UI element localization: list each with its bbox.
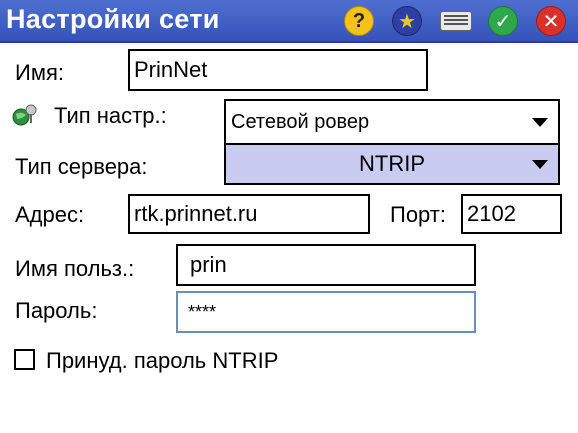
- server-type-value: NTRIP: [359, 151, 425, 176]
- setup-type-value: Сетевой ровер: [231, 110, 370, 133]
- password-input[interactable]: ****: [176, 291, 476, 333]
- force-ntrip-password-label[interactable]: Принуд. пароль NTRIP: [46, 348, 278, 374]
- chevron-down-icon[interactable]: [532, 160, 548, 169]
- port-label: Порт:: [390, 202, 446, 227]
- title-bar: Настройки сети ? ★ ✓ ✕: [0, 0, 578, 43]
- window-title: Настройки сети: [6, 4, 220, 34]
- address-label: Адрес:: [15, 202, 85, 227]
- name-input[interactable]: PrinNet: [128, 49, 428, 91]
- port-input[interactable]: 2102: [461, 194, 562, 234]
- network-globe-icon: [12, 104, 37, 126]
- username-label: Имя польз.:: [15, 256, 135, 281]
- server-type-label: Тип сервера:: [15, 154, 148, 179]
- password-label: Пароль:: [15, 298, 98, 323]
- address-input[interactable]: rtk.prinnet.ru: [128, 194, 370, 234]
- ok-check-icon[interactable]: ✓: [488, 6, 518, 36]
- setup-type-label: Тип настр.:: [54, 103, 167, 128]
- force-ntrip-password-checkbox[interactable]: [14, 349, 35, 370]
- server-type-select[interactable]: NTRIP: [224, 143, 560, 185]
- chevron-down-icon[interactable]: [532, 118, 548, 127]
- name-label: Имя:: [15, 60, 64, 85]
- cancel-close-icon[interactable]: ✕: [536, 6, 566, 36]
- keyboard-icon[interactable]: [440, 11, 472, 31]
- favorites-star-icon[interactable]: ★: [392, 6, 422, 36]
- help-icon[interactable]: ?: [344, 6, 374, 36]
- setup-type-select[interactable]: Сетевой ровер: [224, 99, 560, 145]
- username-input[interactable]: prin: [176, 244, 476, 286]
